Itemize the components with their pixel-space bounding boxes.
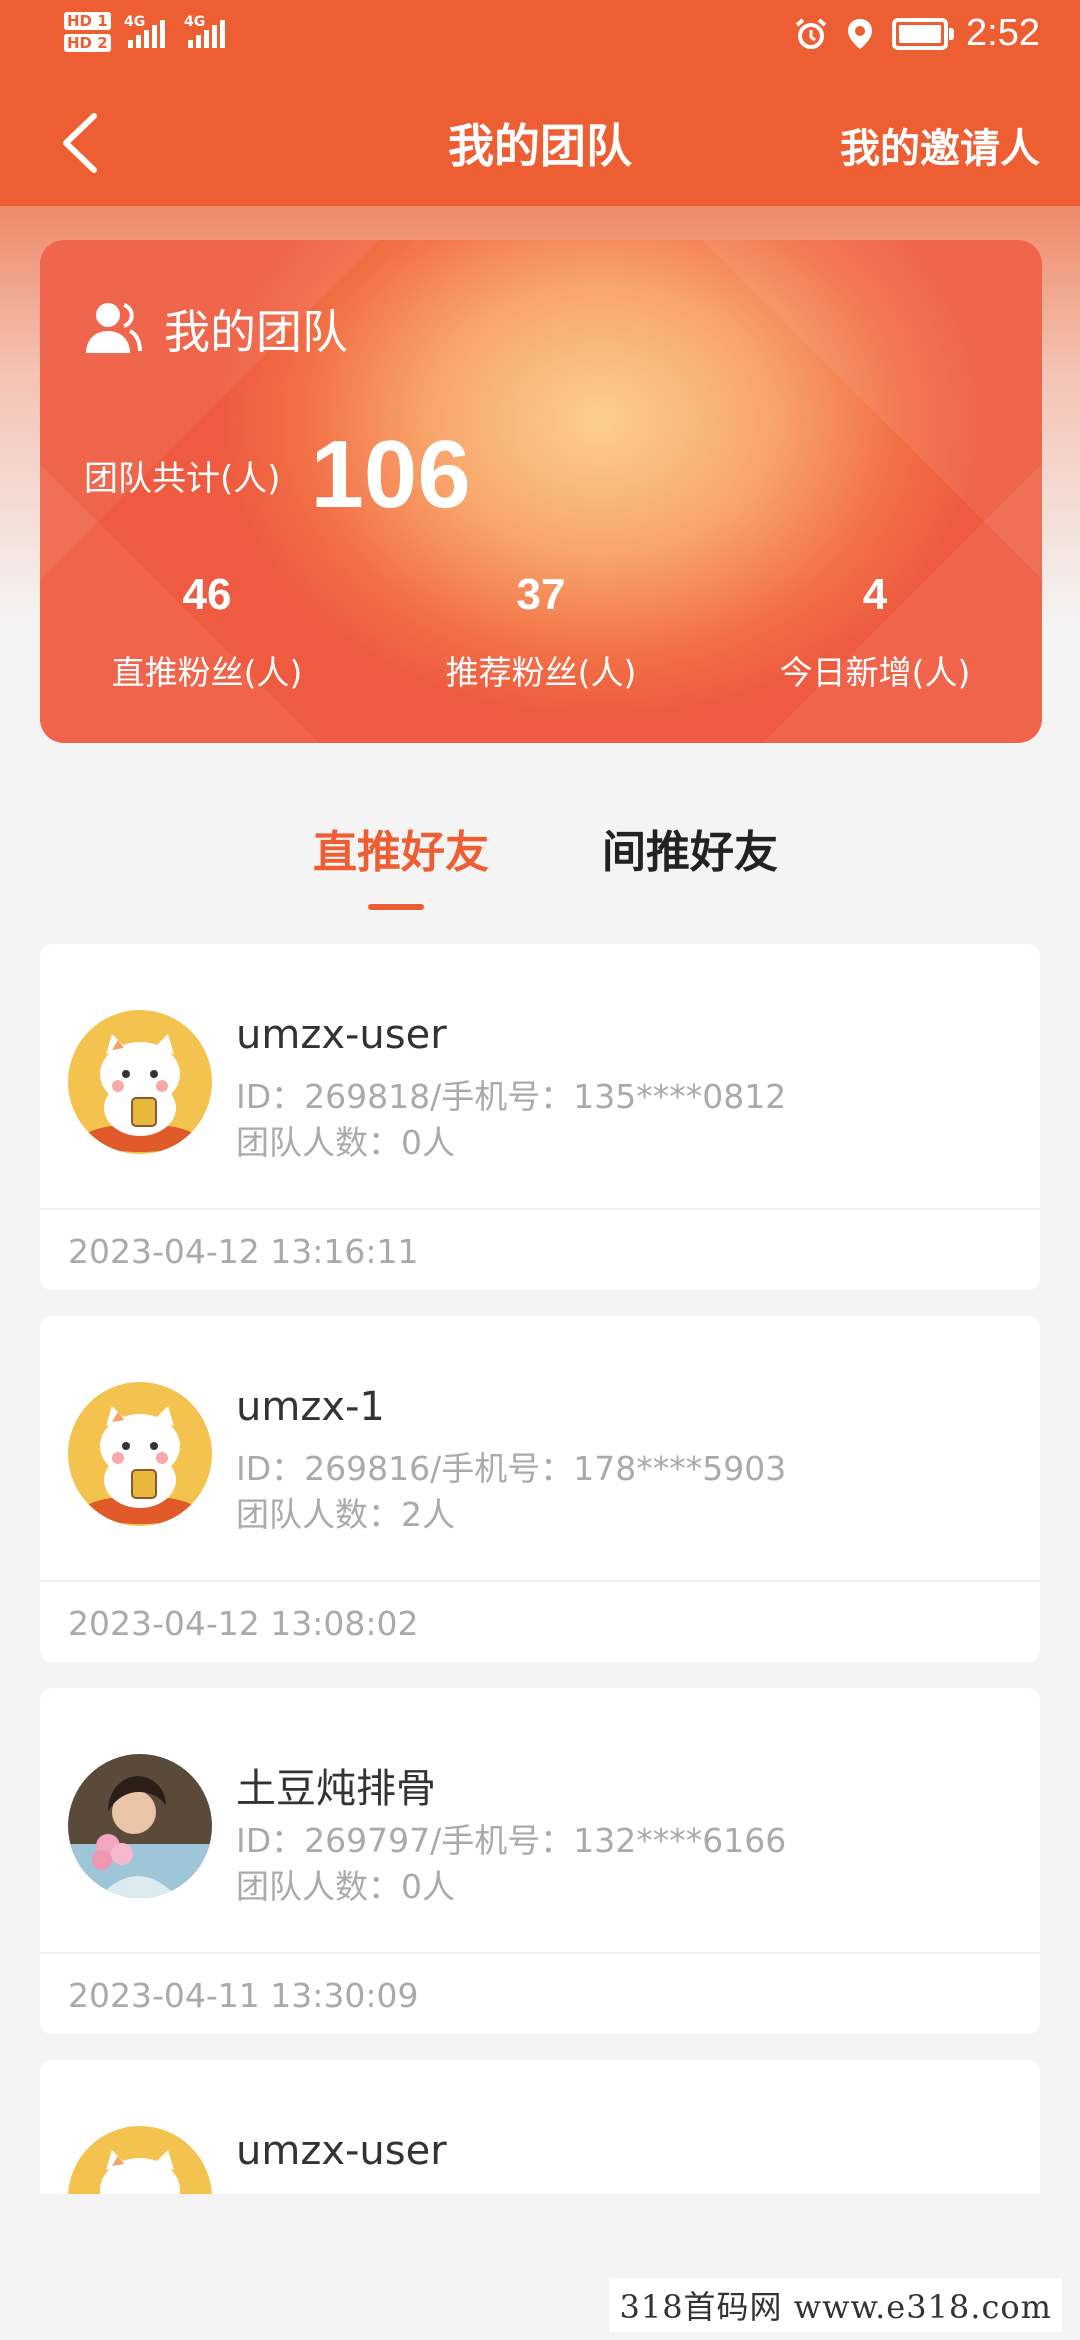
member-id-phone: ID：269797/手机号：132****6166 <box>236 1821 787 1860</box>
stat-value: 4 <box>862 570 888 619</box>
member-team-count: 团队人数：0人 <box>236 1123 455 1162</box>
tab-direct-friends[interactable]: 直推好友 <box>313 816 489 880</box>
member-id-phone: ID：269818/手机号：135****0812 <box>236 1077 787 1116</box>
cat-avatar-icon <box>68 1010 212 1154</box>
header-bar: HD 1 HD 2 4G 4G 2:52 我的团队 我的邀请人 <box>0 0 1080 206</box>
member-id-phone: ID：269816/手机号：178****5903 <box>236 1449 787 1488</box>
divider <box>40 1580 1040 1582</box>
users-icon <box>86 303 142 353</box>
avatar <box>68 2126 212 2194</box>
clock: 2:52 <box>966 12 1040 54</box>
list-item[interactable]: 土豆炖排骨 ID：269797/手机号：132****6166 团队人数：0人 … <box>40 1688 1040 2034</box>
watermark: 318首码网 www.e318.com <box>609 2278 1062 2332</box>
signal-icon <box>128 20 165 48</box>
my-inviter-link[interactable]: 我的邀请人 <box>840 116 1040 174</box>
signal-indicators: HD 1 HD 2 <box>64 10 111 54</box>
member-join-time: 2023-04-12 13:08:02 <box>68 1604 419 1643</box>
hd1-badge: HD 1 <box>64 12 111 30</box>
active-tab-indicator <box>368 904 424 910</box>
photo-avatar-icon <box>68 1754 212 1898</box>
stat-label: 今日新增(人) <box>779 653 971 692</box>
avatar <box>68 1382 212 1526</box>
member-join-time: 2023-04-12 13:16:11 <box>68 1232 419 1271</box>
member-name: umzx-1 <box>236 1384 385 1430</box>
stat-value: 46 <box>182 570 232 619</box>
tab-indirect-friends[interactable]: 间推好友 <box>602 816 778 880</box>
avatar <box>68 1754 212 1898</box>
divider <box>40 1952 1040 1954</box>
member-name: umzx-user <box>236 1012 447 1058</box>
hd2-badge: HD 2 <box>64 34 111 52</box>
nav-bar: 我的团队 我的邀请人 <box>0 80 1080 206</box>
list-item[interactable]: umzx-user ID：269818/手机号：135****0812 团队人数… <box>40 944 1040 1290</box>
member-name: 土豆炖排骨 <box>236 1766 436 1812</box>
cat-avatar-icon <box>68 1382 212 1526</box>
member-name: umzx-user <box>236 2128 447 2174</box>
member-team-count: 团队人数：2人 <box>236 1495 455 1534</box>
stat-referred-fans: 37 推荐粉丝(人) <box>374 570 708 694</box>
team-total: 团队共计(人) 106 <box>84 420 471 530</box>
member-list: umzx-user ID：269818/手机号：135****0812 团队人数… <box>40 944 1040 2194</box>
status-bar: HD 1 HD 2 4G 4G 2:52 <box>0 0 1080 80</box>
alarm-icon <box>795 17 827 49</box>
battery-icon <box>892 17 955 50</box>
list-item[interactable]: umzx-1 ID：269816/手机号：178****5903 团队人数：2人… <box>40 1316 1040 1662</box>
member-team-count: 团队人数：0人 <box>236 1867 455 1906</box>
card-header: 我的团队 <box>82 296 348 362</box>
location-icon <box>848 18 873 49</box>
card-title: 我的团队 <box>164 305 348 359</box>
team-summary-card: 我的团队 团队共计(人) 106 46 直推粉丝(人) 37 推荐粉丝(人) 4… <box>40 240 1042 743</box>
cat-avatar-icon <box>68 2126 212 2194</box>
status-right: 2:52 <box>794 12 1040 55</box>
divider <box>40 1208 1040 1210</box>
avatar <box>68 1010 212 1154</box>
team-total-value: 106 <box>310 421 471 528</box>
member-join-time: 2023-04-11 13:30:09 <box>68 1976 419 2015</box>
stat-label: 直推粉丝(人) <box>111 653 303 692</box>
stat-label: 推荐粉丝(人) <box>445 653 637 692</box>
stat-today-new: 4 今日新增(人) <box>708 570 1042 694</box>
stat-value: 37 <box>516 570 566 619</box>
team-total-label: 团队共计(人) <box>84 458 281 499</box>
stat-direct-fans: 46 直推粉丝(人) <box>40 570 374 694</box>
list-item[interactable]: umzx-user <box>40 2060 1040 2194</box>
signal-icon-2 <box>188 20 225 48</box>
